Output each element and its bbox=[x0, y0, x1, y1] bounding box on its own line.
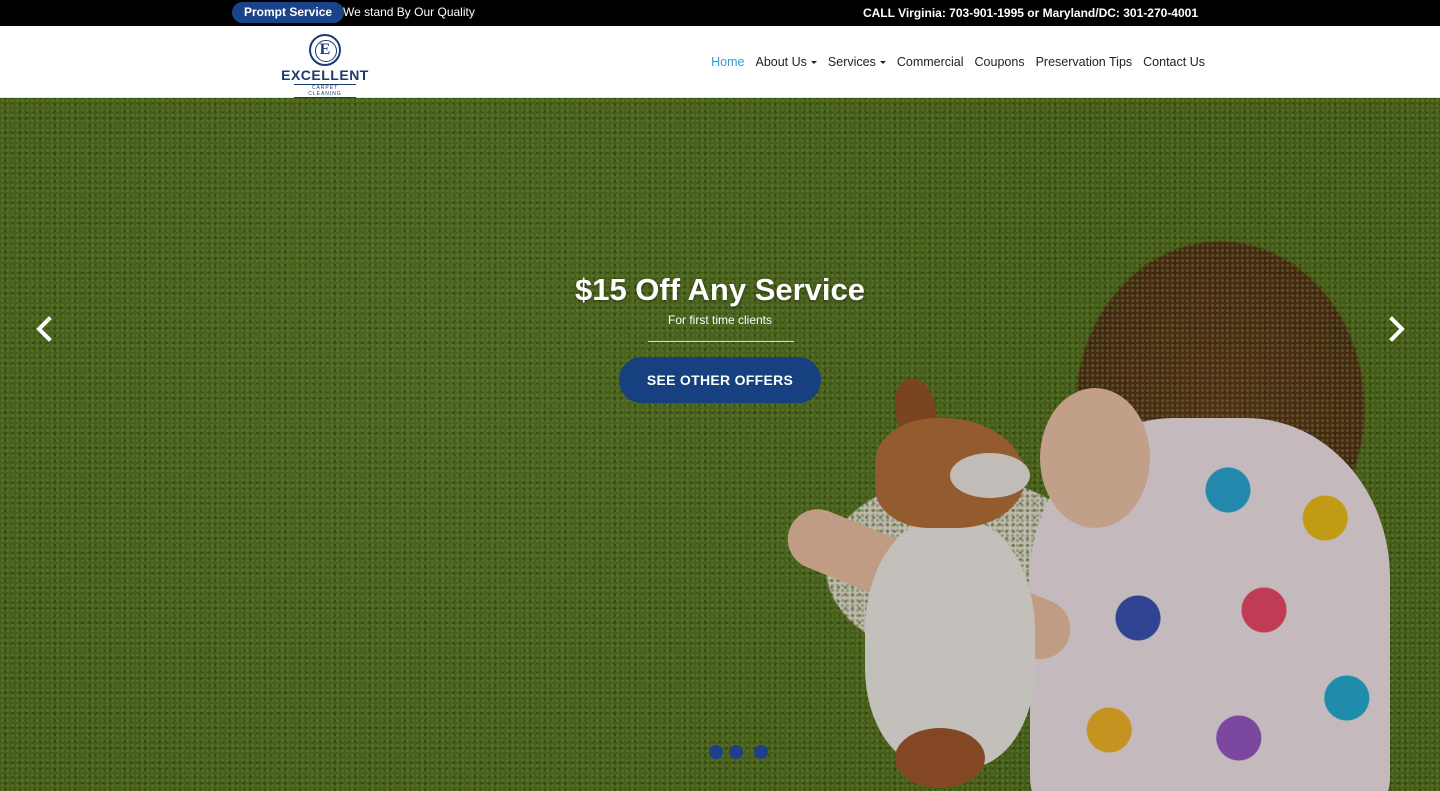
tagline: We stand By Our Quality bbox=[343, 5, 475, 19]
see-other-offers-button[interactable]: SEE OTHER OFFERS bbox=[619, 357, 821, 403]
logo-subtitle: CARPET CLEANING bbox=[294, 84, 356, 98]
carousel-dot-2[interactable] bbox=[729, 745, 743, 759]
slide-subtitle: For first time clients bbox=[667, 313, 772, 327]
carousel-dot-1[interactable] bbox=[709, 745, 723, 759]
hero-carousel: $15 Off Any Service For first time clien… bbox=[0, 98, 1440, 791]
nav-item-contact-us[interactable]: Contact Us bbox=[1143, 55, 1205, 69]
chevron-left-icon bbox=[36, 316, 52, 342]
prompt-service-badge: Prompt Service bbox=[232, 2, 345, 23]
caret-down-icon bbox=[810, 60, 817, 64]
phone-numbers[interactable]: CALL Virginia: 703-901-1995 or Maryland/… bbox=[863, 0, 1198, 26]
nav-item-coupons[interactable]: Coupons bbox=[975, 55, 1025, 69]
nav-item-services[interactable]: Services bbox=[828, 55, 886, 69]
main-nav: Home About Us Services Commercial Coupon… bbox=[700, 26, 1205, 98]
site-logo[interactable]: E EXCELLENT CARPET CLEANING bbox=[280, 34, 370, 98]
logo-mark-icon: E bbox=[309, 34, 341, 66]
carousel-next-button[interactable] bbox=[1381, 312, 1411, 346]
nav-item-home[interactable]: Home bbox=[711, 55, 744, 69]
site-header: E EXCELLENT CARPET CLEANING Home About U… bbox=[0, 26, 1440, 98]
hero-overlay bbox=[0, 98, 1440, 791]
logo-name: EXCELLENT bbox=[281, 67, 369, 83]
slide-divider bbox=[648, 341, 794, 342]
carousel-dot-3[interactable] bbox=[754, 745, 768, 759]
carousel-prev-button[interactable] bbox=[30, 312, 60, 346]
caret-down-icon bbox=[879, 60, 886, 64]
top-bar: Prompt Service We stand By Our Quality C… bbox=[0, 0, 1440, 26]
slide-title: $15 Off Any Service bbox=[574, 272, 866, 307]
carousel-indicators bbox=[709, 745, 774, 759]
nav-item-about-us[interactable]: About Us bbox=[755, 55, 817, 69]
nav-item-commercial[interactable]: Commercial bbox=[897, 55, 964, 69]
nav-item-preservation-tips[interactable]: Preservation Tips bbox=[1036, 55, 1133, 69]
chevron-right-icon bbox=[1389, 316, 1405, 342]
